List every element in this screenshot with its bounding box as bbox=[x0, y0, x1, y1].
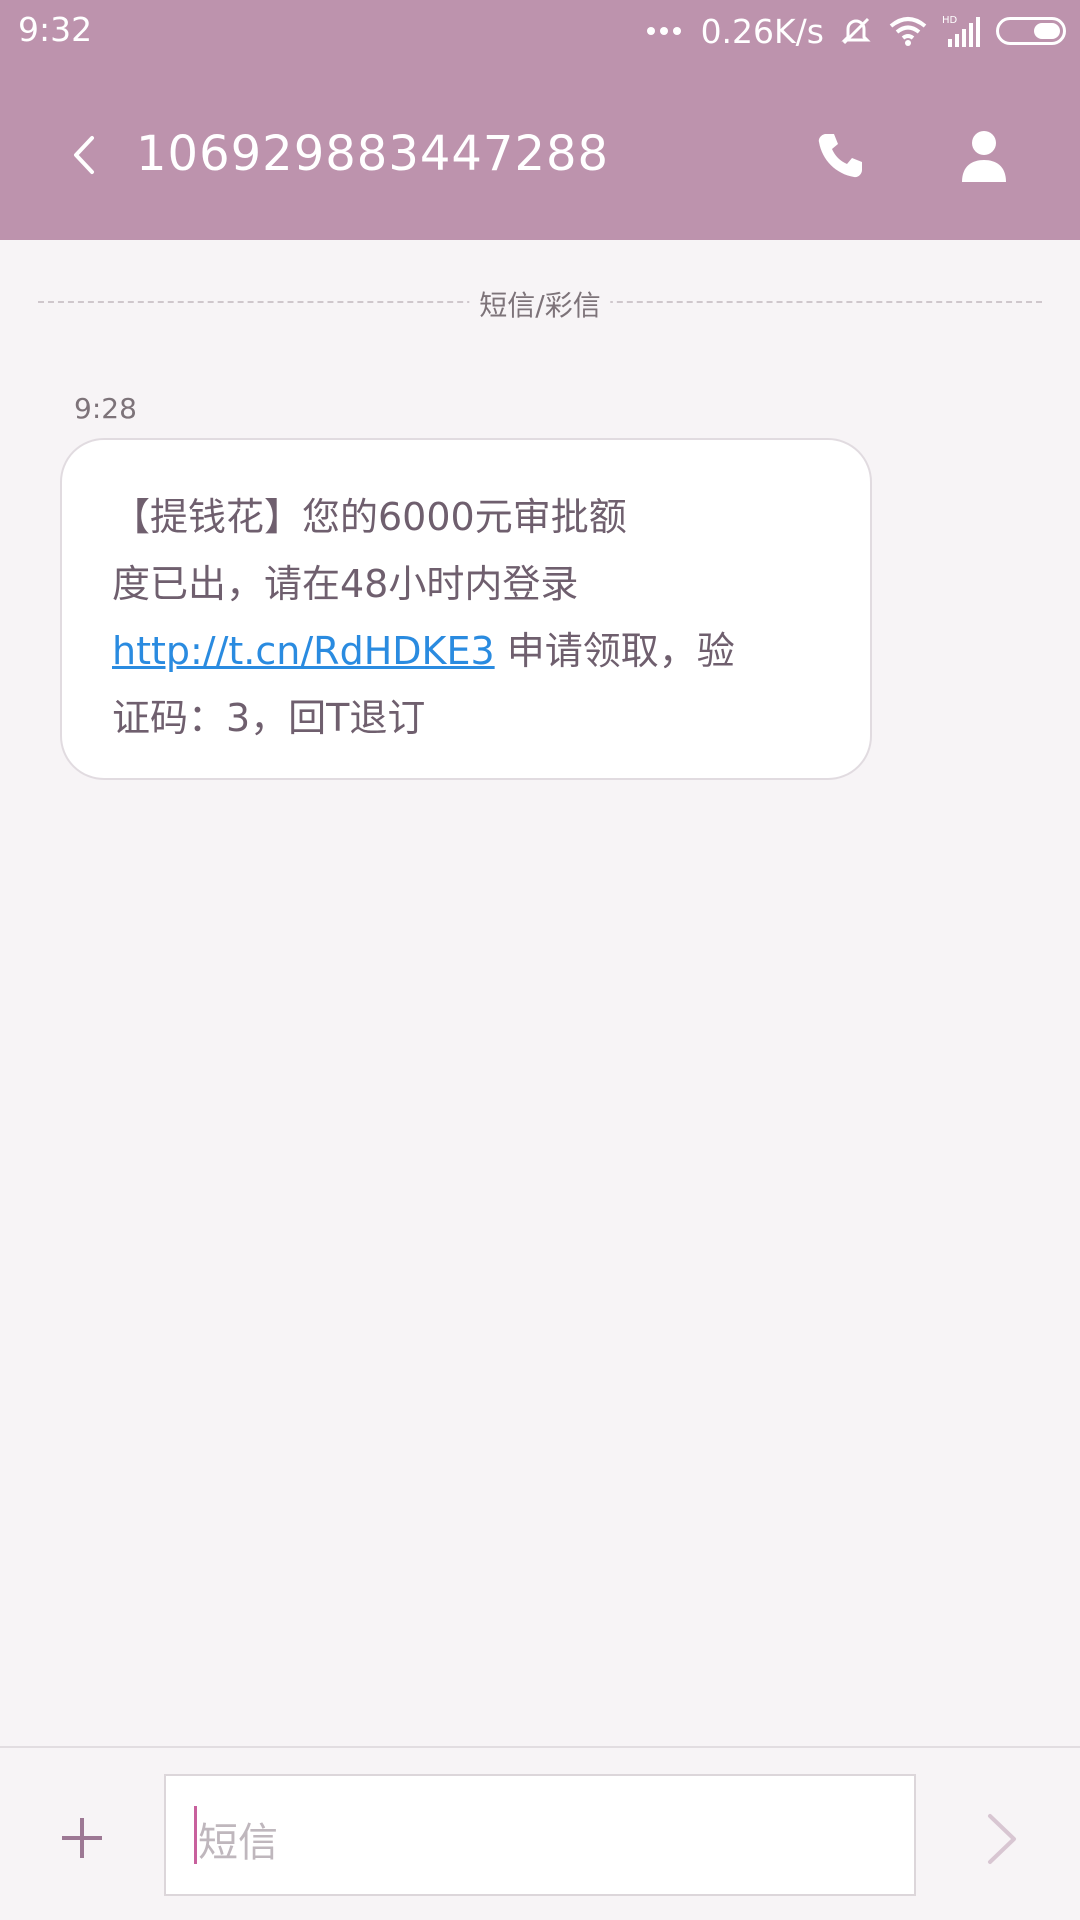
net-speed: 0.26K/s bbox=[700, 11, 824, 51]
more-dots-icon bbox=[646, 27, 681, 35]
conversation-header: 106929883447288 bbox=[0, 62, 1080, 240]
message-bubble[interactable]: 【提钱花】您的6000元审批额 度已出，请在48小时内登录 http://t.c… bbox=[60, 438, 872, 780]
send-icon[interactable] bbox=[984, 1810, 1020, 1868]
message-input[interactable]: 短信 bbox=[164, 1774, 916, 1896]
message-line: 证码：3，回T退订 bbox=[112, 696, 426, 740]
phone-icon[interactable] bbox=[812, 128, 868, 184]
divider-label: 短信/彩信 bbox=[469, 284, 611, 324]
battery-icon bbox=[996, 17, 1066, 45]
mute-bell-icon bbox=[841, 17, 871, 45]
message-line: 【提钱花】您的6000元审批额 bbox=[112, 495, 627, 539]
plus-icon[interactable] bbox=[58, 1814, 106, 1862]
status-bar: 9:32 0.26K/s HD bbox=[0, 0, 1080, 62]
person-icon[interactable] bbox=[958, 128, 1010, 184]
message-link[interactable]: http://t.cn/RdHDKE3 bbox=[112, 629, 495, 673]
contact-number-title: 106929883447288 bbox=[136, 126, 610, 182]
text-cursor bbox=[194, 1806, 197, 1864]
status-icons: 0.26K/s HD bbox=[646, 8, 1066, 54]
status-time: 9:32 bbox=[18, 10, 93, 49]
message-line: 度已出，请在48小时内登录 bbox=[112, 562, 579, 606]
message-line: http://t.cn/RdHDKE3 申请领取，验 bbox=[112, 618, 824, 685]
message-text: 申请领取，验 bbox=[494, 629, 735, 673]
wifi-icon bbox=[889, 17, 927, 46]
hd-signal-icon: HD bbox=[942, 15, 980, 47]
input-placeholder: 短信 bbox=[198, 1820, 278, 1866]
back-icon[interactable] bbox=[60, 130, 110, 180]
message-timestamp: 9:28 bbox=[74, 392, 137, 425]
composer-bar: 短信 bbox=[0, 1746, 1080, 1920]
svg-text:HD: HD bbox=[942, 15, 958, 26]
message-type-divider: 短信/彩信 bbox=[38, 284, 1042, 324]
